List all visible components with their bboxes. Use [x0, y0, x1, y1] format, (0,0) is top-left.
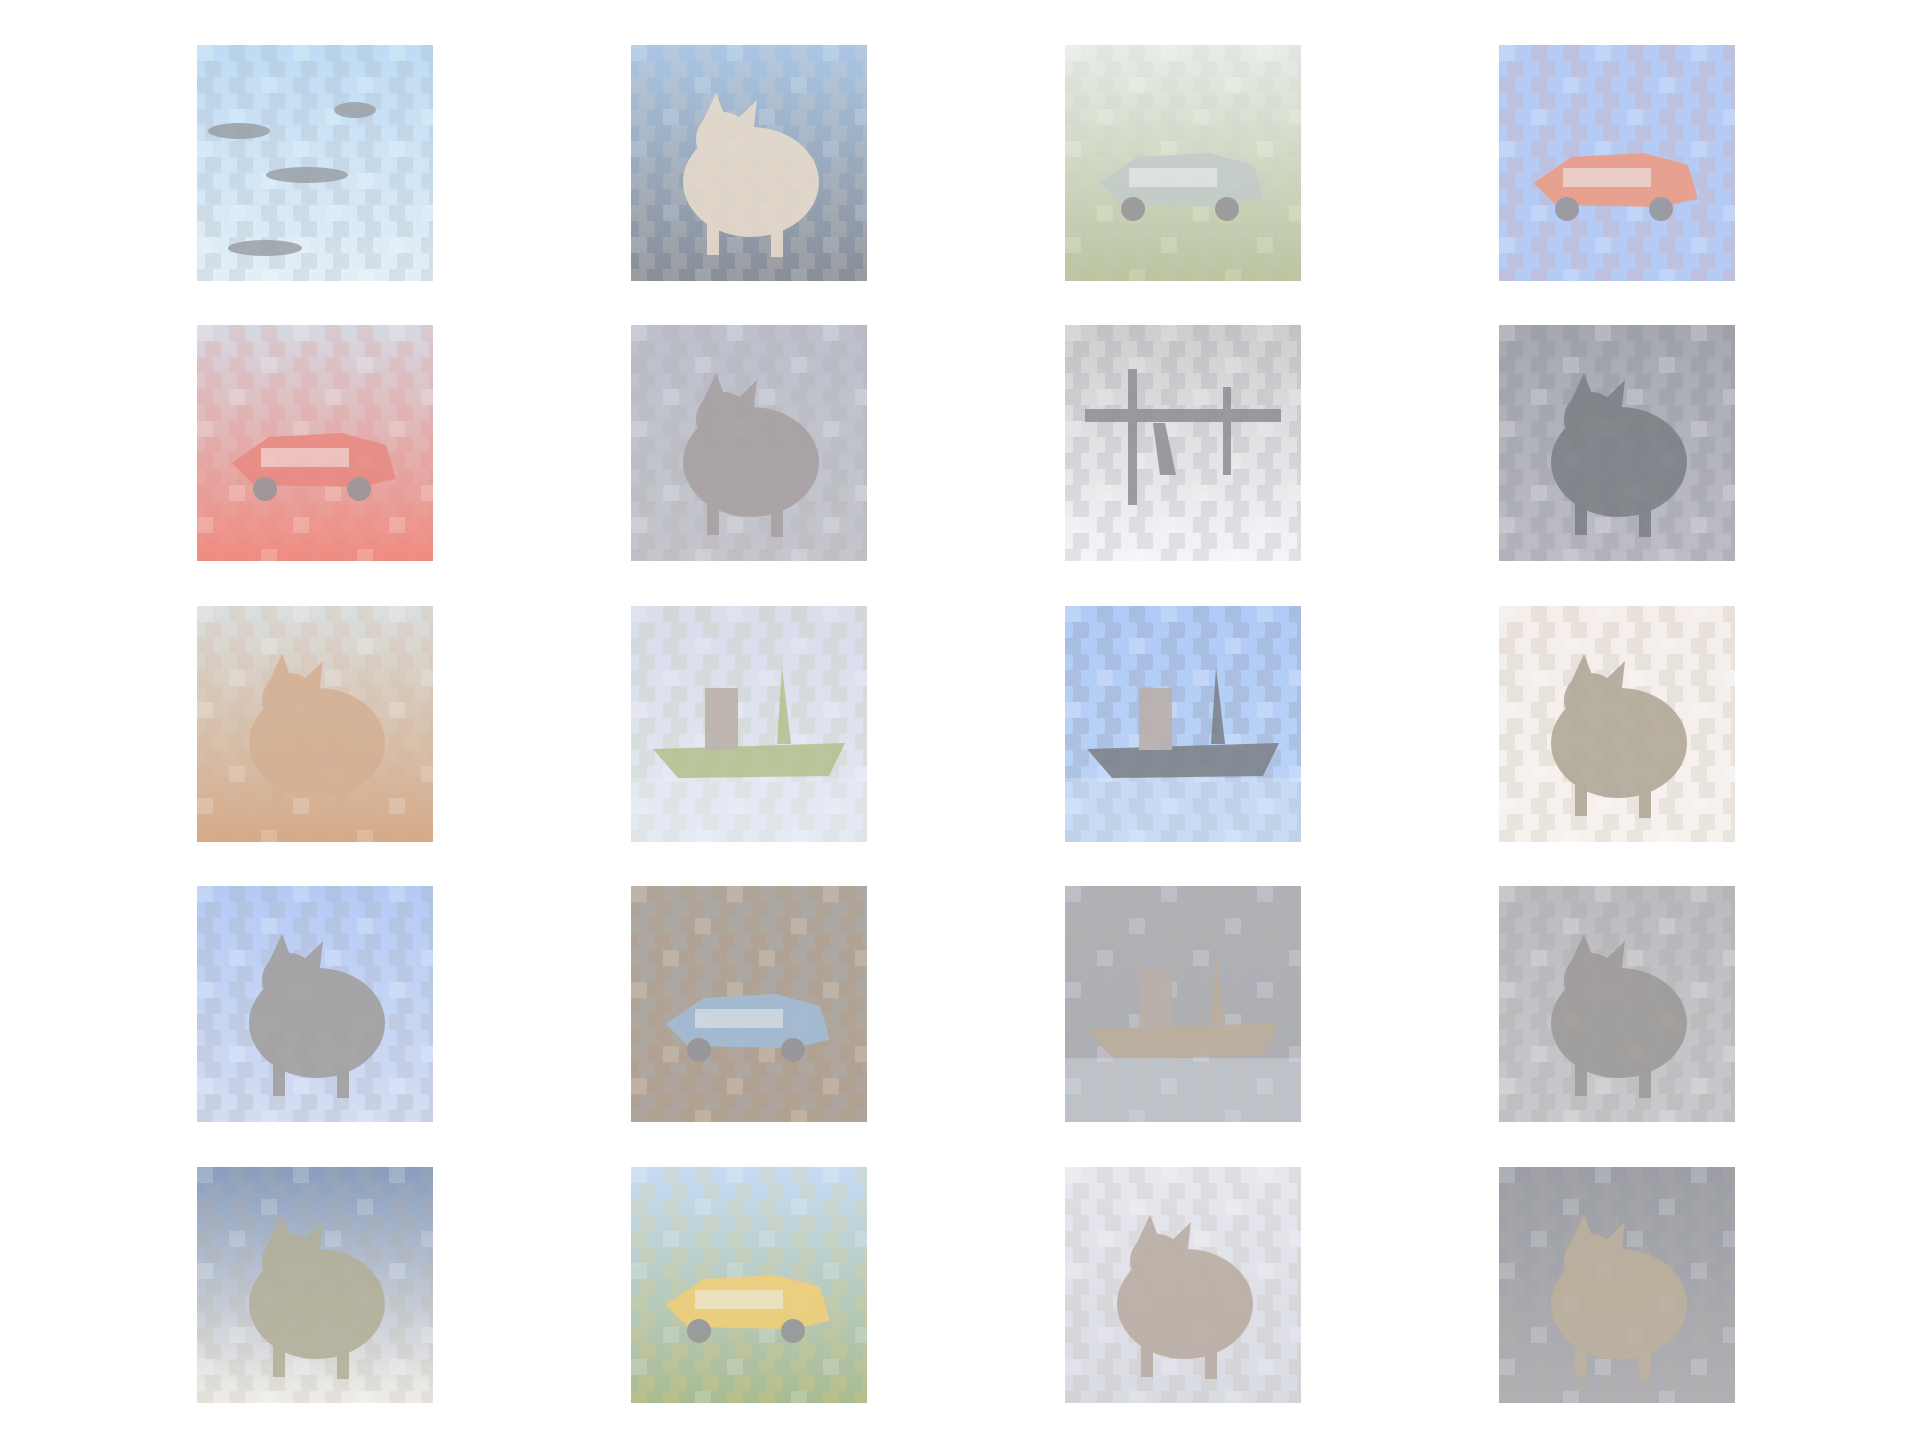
tile-image-bird-over-dark-ground [631, 45, 867, 281]
tile-image-car-brown-background [631, 886, 867, 1122]
tile-image-orange-vehicle-blue-sky [1499, 45, 1735, 281]
tile-image-animal-pale-background [1065, 1167, 1301, 1403]
tile-image-cat-closeup [1499, 325, 1735, 561]
tile-image-deer-in-field [197, 606, 433, 842]
generated-image-tile [631, 1167, 867, 1403]
generated-image-tile [1065, 1167, 1301, 1403]
generated-image-tile [197, 1167, 433, 1403]
generated-image-tile [197, 45, 433, 281]
tile-image-aircraft-formation-sky [197, 45, 433, 281]
tile-image-bird-blue-sky [197, 1167, 433, 1403]
tile-image-truck-in-yard [1065, 45, 1301, 281]
tile-image-animal-gray-background [1499, 886, 1735, 1122]
generated-image-tile [197, 325, 433, 561]
generated-image-tile [197, 886, 433, 1122]
generated-image-tile [631, 886, 867, 1122]
tile-image-structure-pale-sky [1065, 325, 1301, 561]
generated-image-tile [1065, 45, 1301, 281]
generated-image-tile [197, 606, 433, 842]
tile-image-animal-blue-background [197, 886, 433, 1122]
generated-image-tile [631, 606, 867, 842]
generated-image-tile [1065, 606, 1301, 842]
generated-image-tile [631, 45, 867, 281]
generated-image-tile [631, 325, 867, 561]
generated-image-tile [1499, 325, 1735, 561]
tile-image-animal-closeup [631, 325, 867, 561]
generated-image-tile [1499, 606, 1735, 842]
tile-image-cat-dark-background [1499, 1167, 1735, 1403]
tile-image-animal-on-white [1499, 606, 1735, 842]
tile-image-truck-on-grass [631, 1167, 867, 1403]
generated-image-tile [1065, 886, 1301, 1122]
tile-image-ship-gray-water [1065, 886, 1301, 1122]
generated-image-tile [1499, 886, 1735, 1122]
generated-image-tile [1499, 1167, 1735, 1403]
tile-image-airship-pale-sky [631, 606, 867, 842]
tile-image-ship-on-water [1065, 606, 1301, 842]
image-sample-grid [0, 0, 1920, 1440]
tile-image-red-vehicle-haze [197, 325, 433, 561]
generated-image-tile [1065, 325, 1301, 561]
generated-image-tile [1499, 45, 1735, 281]
